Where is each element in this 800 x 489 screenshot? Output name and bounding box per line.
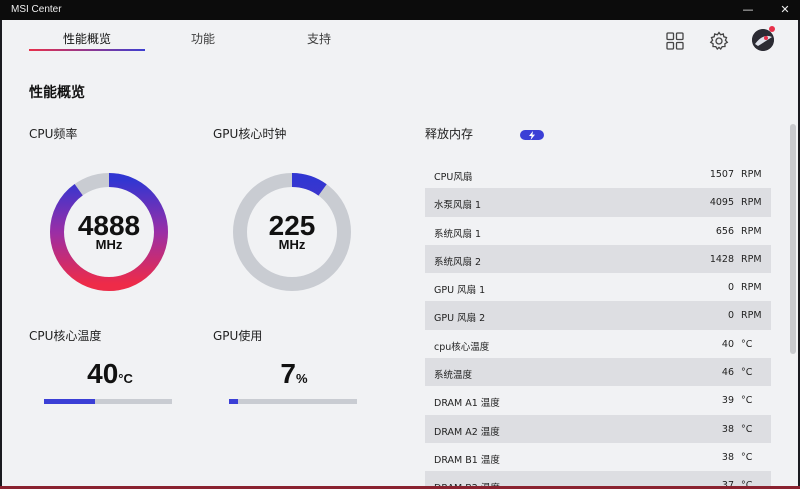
- sensor-value: 656: [715, 225, 734, 237]
- grid-icon[interactable]: [665, 31, 685, 51]
- sensor-value: 4095: [709, 197, 734, 209]
- sensor-row: 系统风扇 2 1428 RPM: [425, 244, 771, 274]
- cpu-temp-value: 40: [87, 358, 119, 389]
- sensor-unit: RPM: [741, 282, 762, 294]
- active-tab-underline: [29, 49, 145, 51]
- sensor-row: DRAM A2 温度 38 °C: [425, 414, 771, 443]
- sensor-name: GPU 风扇 1: [434, 285, 486, 297]
- sensor-unit: °C: [741, 338, 753, 350]
- page-title: 性能概览: [29, 85, 85, 101]
- sensor-row: 系统温度 46 °C: [425, 358, 771, 387]
- sensor-value: 1507: [709, 169, 734, 180]
- sensor-name: 系统风扇 2: [434, 256, 482, 268]
- gpu-usage-readout: 7%: [229, 358, 359, 390]
- sensor-value: 0: [727, 310, 734, 322]
- gear-icon[interactable]: [709, 31, 729, 51]
- sensor-name: CPU风扇: [434, 172, 473, 183]
- cpu-temp-bar-fill: [44, 399, 96, 404]
- close-icon[interactable]: ✕: [770, 0, 800, 20]
- cpu-temp-readout: 40°C: [45, 358, 175, 390]
- sensor-unit: °C: [741, 395, 753, 407]
- notification-dot: [769, 26, 775, 32]
- cpu-freq-unit: MHz: [95, 237, 123, 252]
- sensor-value: 0: [727, 282, 734, 294]
- app-title: MSI Center: [11, 4, 62, 15]
- tab-features[interactable]: 功能: [145, 30, 261, 47]
- sensor-name: 系统风扇 1: [434, 228, 482, 240]
- sensor-row: DRAM B1 温度 38 °C: [425, 443, 771, 471]
- sensor-unit: °C: [741, 367, 753, 379]
- sensor-row: DRAM A1 温度 39 °C: [425, 386, 771, 414]
- gpu-usage-bar-fill: [229, 399, 238, 404]
- release-memory-button[interactable]: [520, 130, 544, 140]
- sensor-name: cpu核心温度: [434, 341, 490, 353]
- sensor-unit: RPM: [741, 310, 762, 322]
- gpu-clock-unit: MHz: [278, 237, 306, 252]
- sensor-unit: °C: [741, 451, 753, 463]
- sensor-unit: RPM: [741, 197, 762, 209]
- cpu-temp-unit: °C: [118, 371, 133, 386]
- sensor-value: 38: [721, 451, 734, 463]
- sensor-name: DRAM A1 温度: [434, 398, 500, 410]
- cpu-freq-label: CPU频率: [29, 127, 78, 141]
- gpu-usage-label: GPU使用: [213, 329, 263, 343]
- sensor-value: 40: [721, 338, 734, 350]
- minimize-icon[interactable]: —: [733, 0, 763, 20]
- gpu-usage-value: 7: [280, 358, 296, 389]
- release-memory-label: 释放内存: [425, 127, 474, 141]
- sensor-unit: RPM: [741, 169, 762, 180]
- title-bar: MSI Center — ✕: [0, 0, 800, 20]
- main-window: 性能概览 功能 支持 性能概览 CPU频率 4888 MHz GPU核心时钟 2…: [2, 20, 798, 487]
- sensor-name: DRAM B1 温度: [434, 454, 500, 466]
- sensor-value: 46: [721, 367, 734, 379]
- sensor-row: GPU 风扇 1 0 RPM: [425, 273, 771, 301]
- lightning-icon: [529, 130, 535, 140]
- sensor-list: CPU风扇 1507 RPM 水泵风扇 1 4095 RPM 系统风扇 1 656 RPM 系统风…: [425, 160, 771, 487]
- sensor-row: 水泵风扇 1 4095 RPM: [425, 188, 771, 217]
- sensor-name: 系统温度: [434, 370, 473, 382]
- sensor-row: 系统风扇 1 656 RPM: [425, 217, 771, 245]
- cpu-temp-bar: [44, 399, 172, 404]
- gpu-clock-label: GPU核心时钟: [213, 127, 287, 141]
- gpu-usage-bar: [229, 399, 357, 404]
- sensor-unit: RPM: [741, 225, 762, 237]
- sensor-name: GPU 风扇 2: [434, 313, 486, 325]
- gpu-usage-unit: %: [296, 371, 308, 386]
- sensor-value: 1428: [709, 253, 734, 265]
- sensor-unit: RPM: [741, 253, 762, 265]
- sensor-row: cpu核心温度 40 °C: [425, 330, 771, 358]
- avatar[interactable]: [752, 29, 774, 51]
- sensor-row: GPU 风扇 2 0 RPM: [425, 301, 771, 330]
- sensor-name: 水泵风扇 1: [434, 200, 482, 212]
- sensor-value: 38: [721, 423, 734, 435]
- scrollbar[interactable]: [790, 124, 796, 354]
- sensor-row: DRAM B2 温度37°C: [425, 471, 771, 487]
- cpu-temp-label: CPU核心温度: [29, 329, 102, 343]
- sensor-name: DRAM A2 温度: [434, 426, 500, 438]
- tab-support[interactable]: 支持: [261, 30, 377, 47]
- sensor-unit: °C: [741, 423, 753, 435]
- sensor-row: CPU风扇 1507 RPM: [425, 160, 771, 188]
- tab-performance[interactable]: 性能概览: [29, 30, 145, 47]
- sensor-value: 39: [721, 395, 734, 407]
